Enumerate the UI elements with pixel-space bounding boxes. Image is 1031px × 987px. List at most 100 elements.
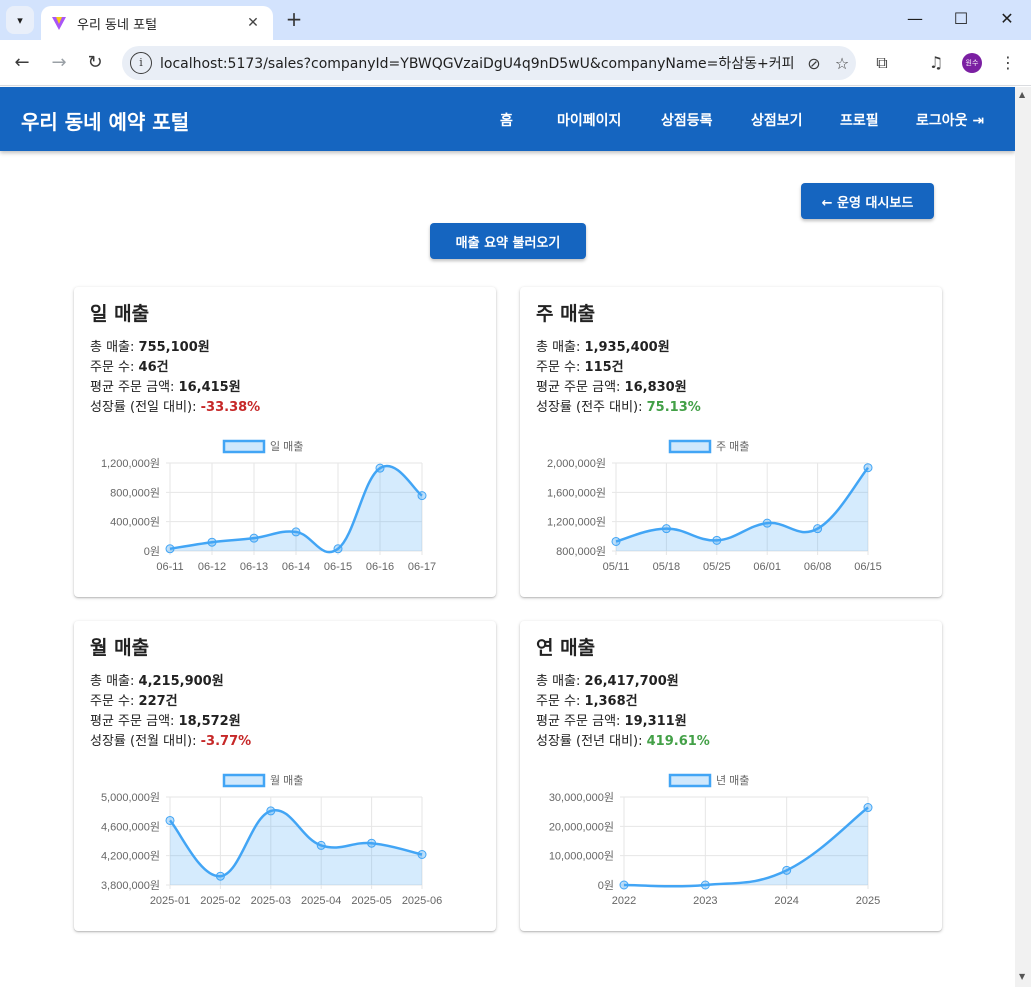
y-tick-label: 800,000원 (110, 486, 160, 499)
legend-label: 일 매출 (270, 439, 303, 453)
data-point (863, 463, 873, 473)
y-tick-label: 1,200,000원 (101, 457, 160, 470)
card-title: 주 매출 (536, 303, 596, 325)
profile-avatar[interactable]: 원수 (962, 53, 982, 73)
avg-order-row: 평균 주문 금액: 16,830원 (536, 376, 687, 395)
x-tick-label: 2025-03 (251, 895, 291, 907)
bookmark-star-icon[interactable]: ☆ (828, 54, 856, 73)
y-tick-label: 0원 (144, 545, 160, 558)
reload-icon[interactable]: ↻ (83, 51, 107, 75)
x-tick-label: 06/01 (753, 561, 781, 573)
avg-order-label: 평균 주문 금액: (90, 714, 179, 729)
x-tick-label: 2025-04 (301, 895, 341, 907)
data-point (863, 803, 873, 813)
growth-value: 419.61% (646, 734, 710, 749)
logout-label: 로그아웃 (916, 113, 968, 129)
x-tick-label: 2025-05 (351, 895, 391, 907)
y-tick-label: 1,200,000원 (547, 516, 606, 529)
y-tick-label: 0원 (598, 879, 614, 892)
nav-profile[interactable]: 프로필 (840, 110, 879, 130)
data-point (661, 524, 671, 534)
avg-order-value: 16,415원 (178, 380, 241, 395)
forward-arrow-icon[interactable]: → (47, 51, 71, 75)
growth-value: 75.13% (646, 400, 701, 415)
y-tick-label: 4,600,000원 (101, 820, 160, 833)
data-point (367, 838, 377, 848)
scroll-up-arrow-icon[interactable]: ▲ (1019, 90, 1025, 99)
back-arrow-icon[interactable]: ← (10, 51, 34, 75)
order-count-value: 1,368건 (584, 694, 638, 709)
media-controls-icon[interactable]: ♫ (924, 51, 948, 75)
logout-icon: ⇥ (972, 113, 985, 129)
data-point (165, 815, 175, 825)
order-count-row: 주문 수: 1,368건 (536, 690, 638, 709)
load-sales-summary-button[interactable]: 매출 요약 불러오기 (430, 223, 586, 259)
nav-store-register[interactable]: 상점등록 (661, 110, 713, 130)
growth-label: 성장률 (전월 대비): (90, 734, 201, 749)
chart-legend: 월 매출 (222, 773, 303, 788)
scroll-down-arrow-icon[interactable]: ▼ (1019, 972, 1025, 981)
x-tick-label: 05/11 (603, 561, 630, 573)
extensions-puzzle-icon[interactable]: ⧉ (870, 51, 894, 75)
tab-close-icon[interactable]: ✕ (243, 15, 263, 31)
total-sales-label: 총 매출: (90, 340, 139, 355)
x-tick-label: 05/25 (703, 561, 731, 573)
avg-order-value: 18,572원 (178, 714, 241, 729)
y-tick-label: 1,600,000원 (547, 486, 606, 499)
chart-legend: 년 매출 (668, 773, 749, 788)
growth-label: 성장률 (전년 대비): (536, 734, 647, 749)
growth-row: 성장률 (전월 대비): -3.77% (90, 730, 251, 749)
address-bar[interactable]: i localhost:5173/sales?companyId=YBWQGVz… (122, 46, 856, 80)
maximize-icon[interactable]: ☐ (949, 8, 973, 32)
page-scrollbar[interactable] (1015, 87, 1031, 987)
nav-mypage[interactable]: 마이페이지 (557, 110, 621, 130)
x-tick-label: 2025-06 (402, 895, 442, 907)
series-area (170, 810, 422, 885)
data-point (619, 880, 629, 890)
nav-home[interactable]: 홈 (500, 110, 513, 130)
data-point (266, 806, 276, 816)
total-sales-row: 총 매출: 26,417,700원 (536, 670, 679, 689)
chart-legend: 일 매출 (222, 439, 303, 454)
eye-slash-icon[interactable]: ⊘ (800, 54, 828, 73)
avg-order-row: 평균 주문 금액: 16,415원 (90, 376, 241, 395)
minimize-icon[interactable]: — (903, 8, 927, 32)
order-count-row: 주문 수: 46건 (90, 356, 169, 375)
legend-swatch (222, 439, 266, 454)
data-point (316, 840, 326, 850)
series-area (616, 467, 868, 551)
chart-legend: 주 매출 (668, 439, 749, 454)
legend-label: 년 매출 (716, 774, 749, 787)
order-count-row: 주문 수: 227건 (90, 690, 178, 709)
data-point (782, 865, 792, 875)
weekly-sales-chart: 주 매출 2,000,000원 1,600,000원 1,200,000원 800,00… (547, 439, 882, 573)
order-count-row: 주문 수: 115건 (536, 356, 624, 375)
yearly-sales-card: 연 매출 총 매출: 26,417,700원 주문 수: 1,368건 평균 주… (520, 621, 942, 931)
ops-dashboard-button[interactable]: ← 운영 대시보드 (801, 183, 934, 219)
x-tick-label: 05/18 (653, 561, 681, 573)
app-header: 우리 동네 예약 포털 홈 마이페이지 상점등록 상점보기 프로필 로그아웃 ⇥ (0, 87, 1015, 151)
order-count-value: 115건 (584, 360, 624, 375)
growth-label: 성장률 (전주 대비): (536, 400, 647, 415)
x-tick-label: 06/15 (854, 561, 882, 573)
total-sales-label: 총 매출: (90, 674, 139, 689)
nav-store-view[interactable]: 상점보기 (751, 110, 803, 130)
window-close-icon[interactable]: ✕ (995, 8, 1019, 32)
url-text[interactable]: localhost:5173/sales?companyId=YBWQGVzai… (160, 53, 800, 73)
app-title[interactable]: 우리 동네 예약 포털 (21, 106, 189, 135)
tab-search-chevron-icon[interactable]: ▾ (6, 6, 34, 34)
legend-swatch (668, 439, 712, 454)
new-tab-plus-icon[interactable]: + (282, 8, 306, 32)
avg-order-label: 평균 주문 금액: (90, 380, 179, 395)
order-count-label: 주문 수: (536, 694, 585, 709)
growth-label: 성장률 (전일 대비): (90, 400, 201, 415)
nav-logout[interactable]: 로그아웃 ⇥ (916, 110, 984, 130)
browser-tab[interactable]: 우리 동네 포털 ✕ (41, 6, 273, 40)
series-area (624, 807, 868, 887)
site-info-icon[interactable]: i (130, 52, 152, 74)
data-point (333, 544, 343, 554)
data-point (165, 544, 175, 554)
more-menu-icon[interactable]: ⋮ (996, 51, 1020, 75)
x-tick-label: 06-17 (408, 561, 436, 573)
data-point (375, 463, 385, 473)
